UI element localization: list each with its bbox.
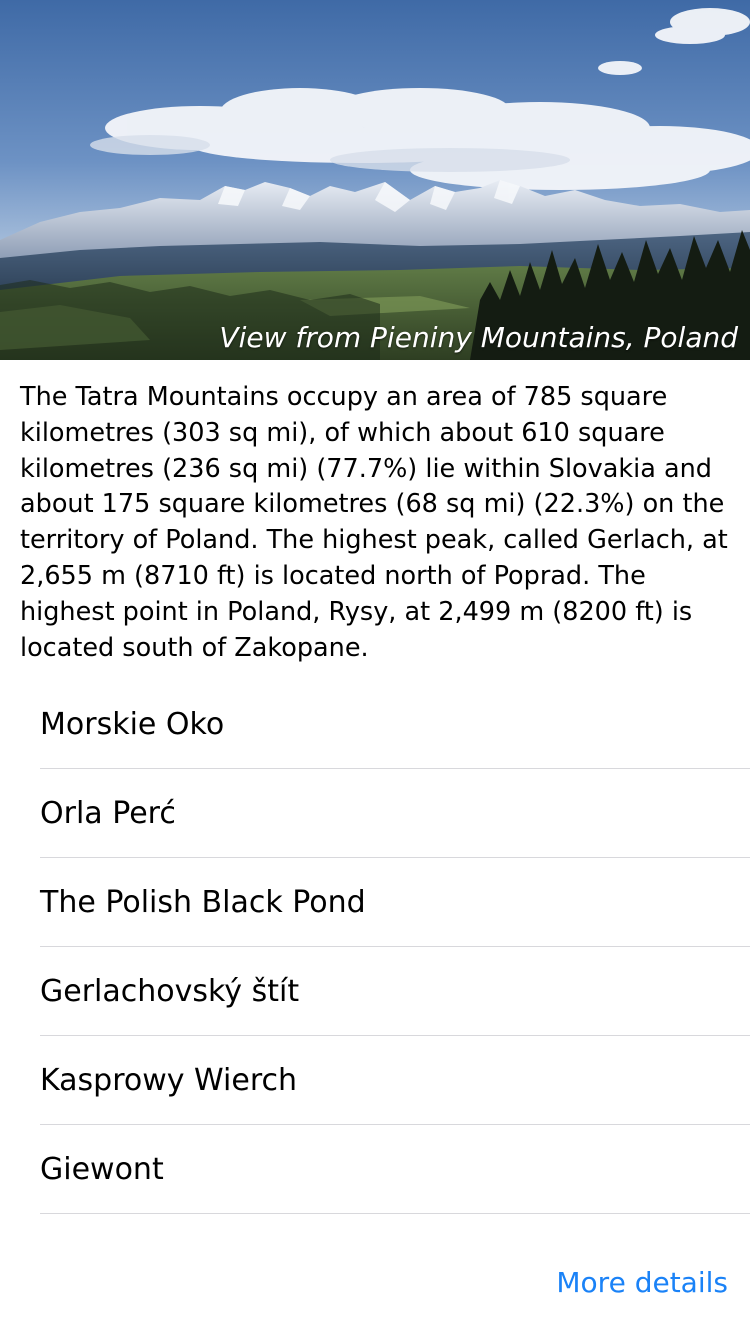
mountain-landscape-image	[0, 0, 750, 360]
list-item-orla-perc[interactable]: Orla Perć	[40, 769, 750, 858]
list-item-kasprowy-wierch[interactable]: Kasprowy Wierch	[40, 1036, 750, 1125]
image-caption: View from Pieniny Mountains, Poland	[219, 321, 738, 354]
list-item-polish-black-pond[interactable]: The Polish Black Pond	[40, 858, 750, 947]
description-text: The Tatra Mountains occupy an area of 78…	[20, 382, 728, 663]
list-item-morskie-oko[interactable]: Morskie Oko	[40, 680, 750, 769]
hero-image: View from Pieniny Mountains, Poland	[0, 0, 750, 360]
list-item-giewont[interactable]: Giewont	[40, 1125, 750, 1214]
more-details-link[interactable]: More details	[556, 1266, 728, 1299]
list-item-gerlachovsky-stit[interactable]: Gerlachovský štít	[40, 947, 750, 1036]
places-list: Morskie Oko Orla Perć The Polish Black P…	[0, 680, 750, 1214]
